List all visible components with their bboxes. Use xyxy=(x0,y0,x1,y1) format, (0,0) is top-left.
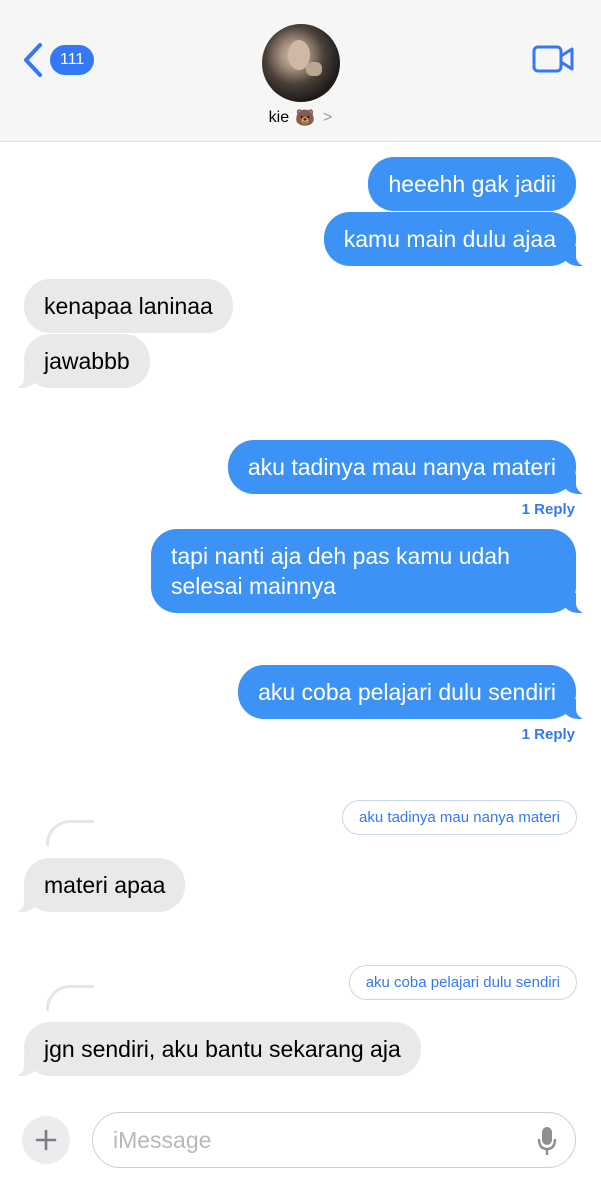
sent-message-bubble[interactable]: aku coba pelajari dulu sendiri xyxy=(238,665,588,719)
add-attachment-button[interactable] xyxy=(22,1116,70,1164)
microphone-icon xyxy=(537,1127,557,1155)
received-message-bubble[interactable]: jgn sendiri, aku bantu sekarang aja xyxy=(12,1022,421,1076)
message-input-placeholder: iMessage xyxy=(113,1127,212,1153)
message-text-line: tapi nanti aja deh pas kamu udah xyxy=(171,543,510,569)
unread-count-badge: 111 xyxy=(50,45,95,75)
received-message-bubble[interactable]: jawabbb xyxy=(12,334,150,388)
conversation-header: 111 kie 🐻 > xyxy=(0,0,601,142)
reply-thread-line xyxy=(46,985,94,1011)
sent-message-bubble[interactable]: kamu main dulu ajaa xyxy=(323,212,589,266)
avatar-photo-hand xyxy=(306,62,322,76)
chevron-right-icon: > xyxy=(323,109,333,126)
message-text-line: selesai mainnya xyxy=(171,573,336,599)
facetime-video-button[interactable] xyxy=(532,44,574,79)
video-camera-icon xyxy=(532,45,574,73)
sent-message-bubble[interactable]: tapi nanti aja deh pas kamu udah selesai… xyxy=(151,529,588,613)
message-text: materi apaa xyxy=(44,872,166,898)
received-message-bubble[interactable]: materi apaa xyxy=(11,858,186,912)
back-button[interactable]: 111 xyxy=(22,42,95,78)
received-message-bubble[interactable]: kenapaa laninaa xyxy=(24,279,233,333)
dictation-button[interactable] xyxy=(537,1125,557,1162)
message-text: jgn sendiri, aku bantu sekarang aja xyxy=(44,1036,401,1062)
message-text: kenapaa laninaa xyxy=(44,293,213,319)
message-text: heeehh gak jadii xyxy=(388,171,556,197)
message-text: aku tadinya mau nanya materi xyxy=(247,454,556,480)
chevron-left-icon xyxy=(24,43,42,77)
message-text: kamu main dulu ajaa xyxy=(343,226,556,252)
quoted-message[interactable]: aku tadinya mau nanya materi xyxy=(342,800,577,835)
thread-reply-count[interactable]: 1 Reply xyxy=(522,726,575,743)
contact-name-button[interactable]: kie 🐻 > xyxy=(0,108,601,128)
message-text: jawabbb xyxy=(44,348,130,374)
message-input[interactable]: iMessage xyxy=(92,1112,576,1168)
contact-avatar[interactable] xyxy=(262,24,340,102)
message-text: aku coba pelajari dulu sendiri xyxy=(258,679,556,705)
reply-thread-line xyxy=(46,820,94,846)
contact-name: kie xyxy=(268,109,290,126)
sent-message-bubble[interactable]: heeehh gak jadii xyxy=(368,157,576,211)
plus-icon xyxy=(35,1129,57,1151)
thread-reply-count[interactable]: 1 Reply xyxy=(522,501,575,518)
sent-message-bubble[interactable]: aku tadinya mau nanya materi xyxy=(227,440,589,494)
quoted-message[interactable]: aku coba pelajari dulu sendiri xyxy=(348,965,577,1000)
contact-emoji: 🐻 xyxy=(295,110,316,127)
